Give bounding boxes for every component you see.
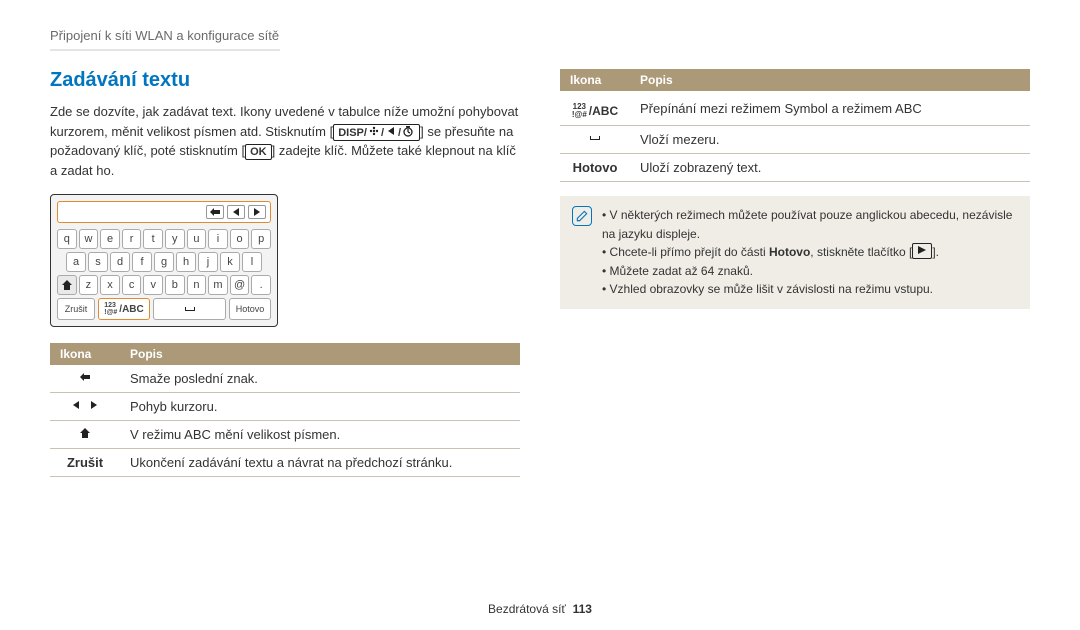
shift-key [57, 275, 77, 295]
note-item: Můžete zadat až 64 znaků. [602, 262, 1018, 281]
desc-cell: Uloží zobrazený text. [630, 154, 1030, 182]
note-icon [572, 206, 592, 226]
keyboard-space [153, 298, 226, 320]
key-z: z [79, 275, 99, 295]
desc-cell: V režimu ABC mění velikost písmen. [120, 421, 520, 449]
note-item: Chcete-li přímo přejít do části Hotovo, … [602, 243, 1018, 262]
key-m: m [208, 275, 228, 295]
icon-cell: Hotovo [560, 154, 630, 182]
key-a: a [66, 252, 86, 272]
key-b: b [165, 275, 185, 295]
ok-button-inline: OK [245, 144, 272, 160]
keyboard-mode-toggle: 123!@#/ABC [98, 298, 150, 320]
icon-cell: Zrušit [50, 449, 120, 477]
key-f: f [132, 252, 152, 272]
keyboard-row-2: asdfghjkl [57, 252, 271, 272]
cursor-left-icon [227, 205, 245, 219]
table-row: 123!@#/ABCPřepínání mezi režimem Symbol … [560, 91, 1030, 126]
icon-cell [50, 421, 120, 449]
key-v: v [143, 275, 163, 295]
desc-cell: Pohyb kurzoru. [120, 393, 520, 421]
key-u: u [187, 229, 207, 249]
keyboard-row-3: zxcvbnm@. [57, 275, 271, 295]
keyboard-mockup: qwertyuiop asdfghjkl zxcvbnm@. Zrušit 12… [50, 194, 278, 327]
cursor-right-icon [248, 205, 266, 219]
intro-text: Zde se dozvíte, jak zadávat text. Ikony … [50, 102, 520, 180]
desc-cell: Smaže poslední znak. [120, 365, 520, 393]
key-d: d [110, 252, 130, 272]
key-h: h [176, 252, 196, 272]
keyboard-done: Hotovo [229, 298, 271, 320]
key-@: @ [230, 275, 250, 295]
keyboard-row-1: qwertyuiop [57, 229, 271, 249]
key-q: q [57, 229, 77, 249]
backspace-icon [206, 205, 224, 219]
key-g: g [154, 252, 174, 272]
key-x: x [100, 275, 120, 295]
key-t: t [143, 229, 163, 249]
breadcrumb: Připojení k síti WLAN a konfigurace sítě [50, 28, 280, 51]
keyboard-cancel: Zrušit [57, 298, 95, 320]
key-r: r [122, 229, 142, 249]
table-header-desc: Popis [120, 343, 520, 365]
key-.: . [251, 275, 271, 295]
key-c: c [122, 275, 142, 295]
key-w: w [79, 229, 99, 249]
table-row: Vloží mezeru. [560, 126, 1030, 154]
key-j: j [198, 252, 218, 272]
table-row: ZrušitUkončení zadávání textu a návrat n… [50, 449, 520, 477]
icon-table-right: Ikona Popis 123!@#/ABCPřepínání mezi rež… [560, 69, 1030, 182]
key-p: p [251, 229, 271, 249]
table-header-icon: Ikona [560, 69, 630, 91]
table-row: V režimu ABC mění velikost písmen. [50, 421, 520, 449]
desc-cell: Vloží mezeru. [630, 126, 1030, 154]
key-i: i [208, 229, 228, 249]
note-box: V některých režimech můžete používat pou… [560, 196, 1030, 309]
key-y: y [165, 229, 185, 249]
key-n: n [187, 275, 207, 295]
table-header-icon: Ikona [50, 343, 120, 365]
key-s: s [88, 252, 108, 272]
table-row: Pohyb kurzoru. [50, 393, 520, 421]
icon-table-left: Ikona Popis Smaže poslední znak. Pohyb k… [50, 343, 520, 477]
page-footer: Bezdrátová síť 113 [0, 602, 1080, 616]
disp-button-inline: DISP/// [333, 124, 420, 141]
key-l: l [242, 252, 262, 272]
key-k: k [220, 252, 240, 272]
icon-cell [50, 365, 120, 393]
section-title: Zadávání textu [50, 69, 520, 92]
keyboard-input-bar [57, 201, 271, 223]
table-row: HotovoUloží zobrazený text. [560, 154, 1030, 182]
note-item: Vzhled obrazovky se může lišit v závislo… [602, 280, 1018, 299]
icon-cell: 123!@#/ABC [560, 91, 630, 126]
table-row: Smaže poslední znak. [50, 365, 520, 393]
play-icon [912, 243, 932, 259]
icon-cell [50, 393, 120, 421]
key-o: o [230, 229, 250, 249]
key-e: e [100, 229, 120, 249]
table-header-desc: Popis [630, 69, 1030, 91]
desc-cell: Přepínání mezi režimem Symbol a režimem … [630, 91, 1030, 126]
icon-cell [560, 126, 630, 154]
note-item: V některých režimech můžete používat pou… [602, 206, 1018, 243]
desc-cell: Ukončení zadávání textu a návrat na před… [120, 449, 520, 477]
